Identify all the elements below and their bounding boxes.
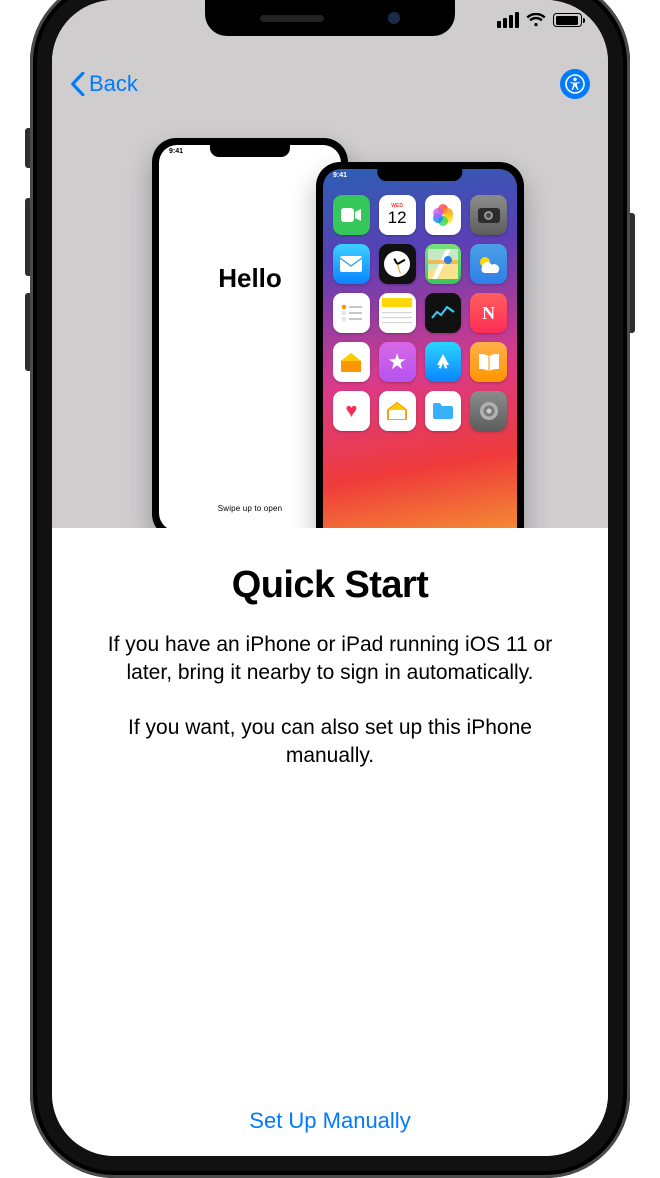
paragraph-1: If you have an iPhone or iPad running iO… — [94, 631, 566, 688]
maps-icon — [425, 244, 462, 284]
front-camera — [388, 12, 400, 24]
news-icon: N — [470, 293, 507, 333]
files-icon — [425, 391, 462, 431]
illustration-status-time: 9:41 — [333, 172, 347, 179]
health-icon: ♥ — [333, 391, 370, 431]
accessibility-icon — [565, 74, 585, 94]
content-area: Quick Start If you have an iPhone or iPa… — [52, 528, 608, 1156]
illustration-status-time: 9:41 — [169, 148, 183, 155]
settings-icon — [470, 391, 507, 431]
speaker-grille — [260, 15, 324, 22]
home-app-icon — [333, 342, 370, 382]
mail-icon — [333, 244, 370, 284]
clock-icon — [379, 244, 416, 284]
battery-icon — [553, 13, 582, 27]
photos-icon — [425, 195, 462, 235]
wifi-icon — [526, 13, 546, 27]
cellular-signal-icon — [497, 12, 519, 28]
body-text: If you have an iPhone or iPad running iO… — [94, 631, 566, 770]
camera-icon — [470, 195, 507, 235]
illustration-home-grid: WED 12 — [333, 195, 507, 431]
back-label: Back — [89, 71, 138, 97]
itunes-store-icon: ★ — [379, 342, 416, 382]
back-button[interactable]: Back — [70, 71, 138, 97]
volume-up-button — [25, 198, 30, 276]
appstore-icon — [425, 342, 462, 382]
home-icon — [379, 391, 416, 431]
side-button — [630, 213, 635, 333]
books-icon — [470, 342, 507, 382]
nav-bar: Back — [52, 62, 608, 106]
stocks-icon — [425, 293, 462, 333]
page-title: Quick Start — [94, 564, 566, 607]
facetime-icon — [333, 195, 370, 235]
calendar-icon: WED 12 — [379, 195, 416, 235]
reminders-icon — [333, 293, 370, 333]
illustration-hello-text: Hello — [159, 263, 341, 294]
chevron-left-icon — [70, 72, 85, 96]
set-up-manually-link[interactable]: Set Up Manually — [52, 1108, 608, 1134]
screen: Back 9:41 Hello Swipe up to open — [52, 0, 608, 1156]
iphone-frame: Back 9:41 Hello Swipe up to open — [30, 0, 630, 1178]
accessibility-button[interactable] — [560, 69, 590, 99]
weather-icon — [470, 244, 507, 284]
status-bar — [497, 12, 582, 28]
illustration-existing-iphone: 9:41 WED 12 — [316, 162, 524, 582]
illustration-swipe-hint: Swipe up to open — [159, 504, 341, 513]
notes-icon — [379, 293, 416, 333]
mute-switch — [25, 128, 30, 168]
notch — [205, 0, 455, 36]
volume-down-button — [25, 293, 30, 371]
paragraph-2: If you want, you can also set up this iP… — [94, 714, 566, 771]
